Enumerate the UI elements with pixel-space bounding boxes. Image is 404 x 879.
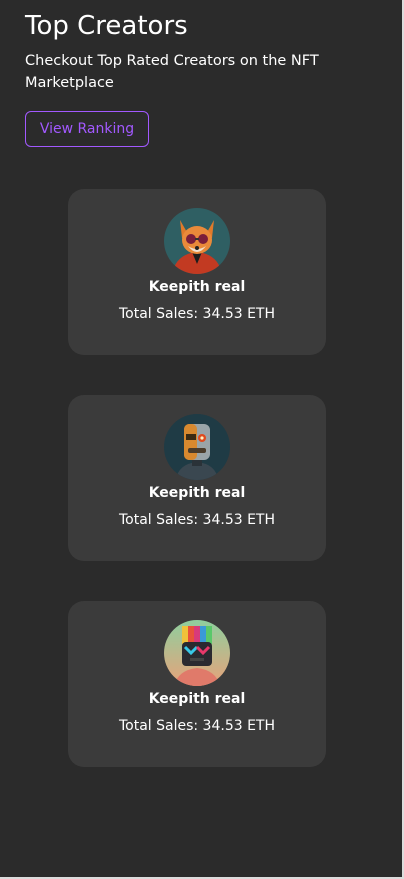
fox-avatar-icon (164, 208, 230, 274)
rainbow-robot-avatar-icon (164, 620, 230, 686)
top-creators-header: Top Creators Checkout Top Rated Creators… (25, 10, 375, 94)
creator-name: Keepith real (148, 279, 246, 295)
creator-name: Keepith real (148, 691, 246, 707)
creator-card[interactable]: Keepith real Total Sales: 34.53 ETH (68, 395, 326, 561)
creator-total-sales: Total Sales: 34.53 ETH (118, 718, 276, 734)
page-subtitle: Checkout Top Rated Creators on the NFT M… (25, 53, 319, 91)
view-ranking-button[interactable]: View Ranking (25, 111, 149, 147)
page-title: Top Creators (25, 11, 188, 41)
creator-card[interactable]: Keepith real Total Sales: 34.53 ETH (68, 601, 326, 767)
robot-avatar-icon (164, 414, 230, 480)
creator-name: Keepith real (148, 485, 246, 501)
creator-total-sales: Total Sales: 34.53 ETH (118, 306, 276, 322)
creator-total-sales: Total Sales: 34.53 ETH (118, 512, 276, 528)
creator-card[interactable]: Keepith real Total Sales: 34.53 ETH (68, 189, 326, 355)
